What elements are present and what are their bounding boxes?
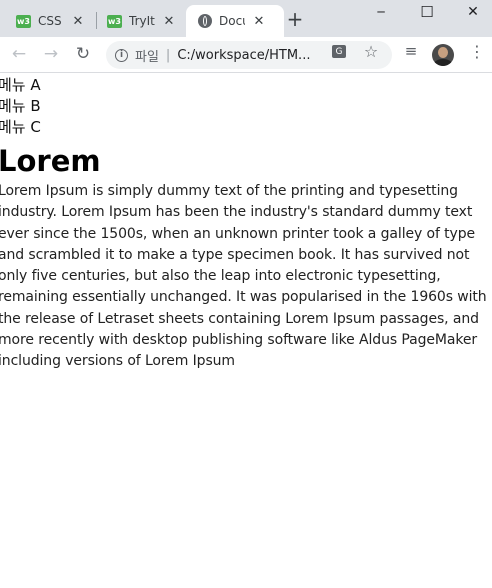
tab-document[interactable]: Document ✕ — [186, 5, 284, 37]
scheme-separator: | — [165, 47, 171, 63]
info-icon[interactable]: i — [115, 48, 128, 62]
menu-item: 메뉴 C — [0, 118, 41, 136]
tab-title: TryIt — [129, 14, 155, 28]
tab-css[interactable]: w3 CSS ✕ — [8, 5, 98, 37]
address-bar[interactable]: i 파일 | C:/workspace/HTM... — [106, 41, 392, 69]
w3schools-favicon-icon: w3 — [107, 14, 122, 28]
close-tab-icon[interactable]: ✕ — [72, 14, 84, 29]
scheme-label: 파일 — [135, 49, 159, 65]
menu-item: 메뉴 B — [0, 97, 41, 115]
tab-divider — [96, 12, 97, 29]
close-tab-icon[interactable]: ✕ — [253, 14, 265, 29]
tab-strip: w3 CSS ✕ w3 TryIt ✕ Document ✕ + ─ ☐ ✕ — [0, 0, 492, 37]
tab-tryit[interactable]: w3 TryIt ✕ — [99, 5, 189, 37]
menu-item: 메뉴 A — [0, 76, 41, 94]
profile-avatar[interactable] — [432, 44, 454, 66]
tab-title: CSS — [38, 14, 62, 28]
back-button[interactable]: ← — [6, 42, 32, 66]
close-tab-icon[interactable]: ✕ — [163, 14, 175, 29]
forward-button[interactable]: → — [38, 42, 64, 66]
maximize-button[interactable]: ☐ — [404, 0, 450, 24]
menu-list: 메뉴 A 메뉴 B 메뉴 C — [0, 73, 492, 138]
bookmark-star-icon[interactable]: ☆ — [362, 42, 380, 61]
page-heading: Lorem — [0, 144, 101, 178]
translate-icon[interactable]: G — [332, 45, 346, 58]
media-control-icon[interactable]: ≡ — [402, 42, 420, 60]
page-content: 메뉴 A 메뉴 B 메뉴 C Lorem Lorem Ipsum is simp… — [0, 73, 492, 588]
browser-toolbar: ← → ↻ i 파일 | C:/workspace/HTM... G ☆ ≡ ⋮ — [0, 37, 492, 73]
minimize-button[interactable]: ─ — [358, 0, 404, 24]
globe-icon — [198, 14, 212, 28]
avatar-head — [438, 47, 448, 58]
close-window-button[interactable]: ✕ — [450, 0, 492, 24]
tab-title: Document — [219, 14, 245, 28]
lorem-paragraph: Lorem Ipsum is simply dummy text of the … — [0, 183, 487, 370]
reload-button[interactable]: ↻ — [70, 42, 96, 66]
new-tab-button[interactable]: + — [283, 8, 307, 30]
w3schools-favicon-icon: w3 — [16, 14, 31, 28]
avatar-body — [434, 59, 452, 66]
url-text[interactable]: C:/workspace/HTM... — [177, 48, 310, 63]
more-menu-icon[interactable]: ⋮ — [468, 42, 486, 61]
